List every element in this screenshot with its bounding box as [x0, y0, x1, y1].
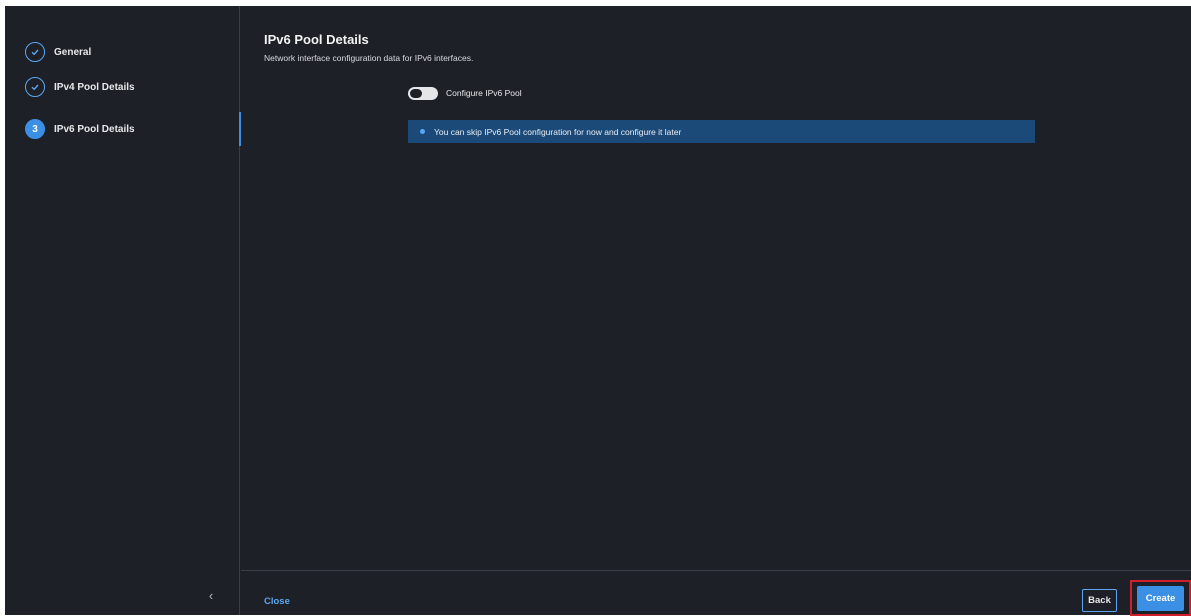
page-title: IPv6 Pool Details: [264, 32, 369, 47]
step-ipv4-pool-details[interactable]: IPv4 Pool Details: [5, 70, 240, 104]
close-button[interactable]: Close: [264, 596, 290, 607]
info-text: You can skip IPv6 Pool configuration for…: [434, 126, 682, 137]
main-content: IPv6 Pool Details Network interface conf…: [241, 6, 1191, 616]
check-icon: [25, 77, 45, 97]
step-number-badge: 3: [25, 119, 45, 139]
configure-ipv6-pool-row: Configure IPv6 Pool: [408, 86, 522, 100]
create-highlight-box: Create: [1130, 580, 1191, 616]
wizard-sidebar: General IPv4 Pool Details 3 IPv6 Pool De…: [5, 6, 241, 615]
info-banner: You can skip IPv6 Pool configuration for…: [408, 120, 1035, 143]
configure-ipv6-pool-toggle[interactable]: [408, 86, 438, 100]
step-general[interactable]: General: [5, 35, 240, 69]
back-button[interactable]: Back: [1082, 589, 1117, 612]
page-subtitle: Network interface configuration data for…: [264, 53, 474, 63]
wizard-window: General IPv4 Pool Details 3 IPv6 Pool De…: [5, 6, 1191, 616]
step-label: General: [54, 46, 92, 58]
step-ipv6-pool-details[interactable]: 3 IPv6 Pool Details: [5, 112, 241, 146]
collapse-sidebar-icon[interactable]: ‹: [204, 586, 218, 604]
check-icon: [25, 42, 45, 62]
wizard-footer: Close Back Create: [241, 570, 1191, 616]
toggle-knob: [410, 88, 422, 98]
info-dot-icon: [420, 129, 425, 134]
step-label: IPv4 Pool Details: [54, 81, 135, 93]
create-button[interactable]: Create: [1137, 585, 1184, 611]
step-label: IPv6 Pool Details: [54, 123, 135, 135]
toggle-label: Configure IPv6 Pool: [446, 88, 522, 98]
